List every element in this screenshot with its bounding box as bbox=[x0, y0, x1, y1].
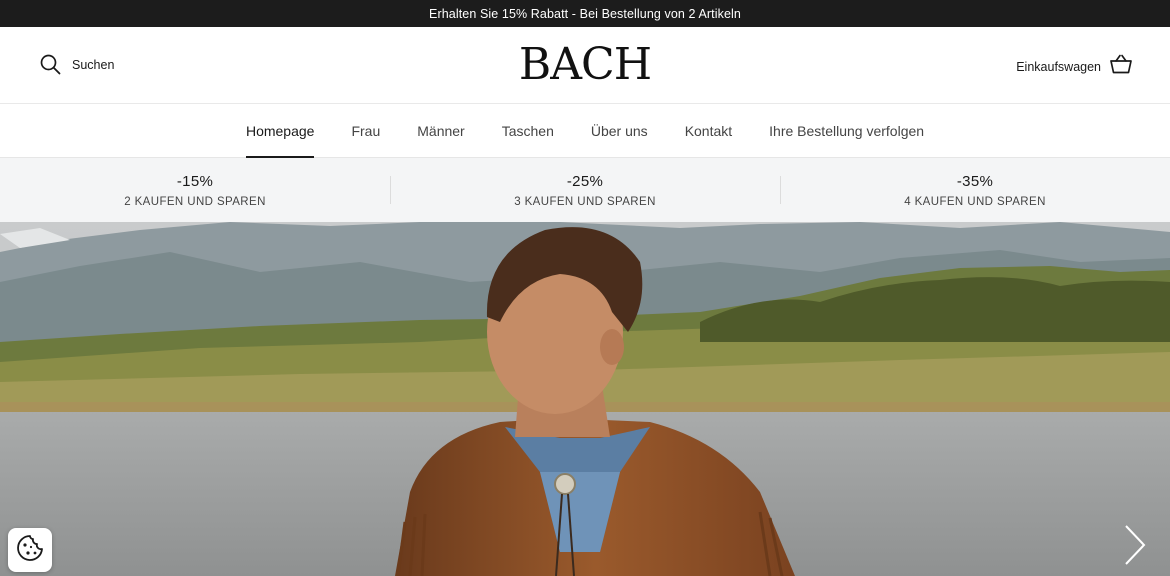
nav-item-bestellung-verfolgen[interactable]: Ihre Bestellung verfolgen bbox=[769, 104, 924, 157]
main-nav: Homepage Frau Männer Taschen Über uns Ko… bbox=[0, 104, 1170, 158]
cookie-settings-button[interactable] bbox=[8, 528, 52, 572]
nav-item-frau[interactable]: Frau bbox=[351, 104, 380, 157]
brand-logo[interactable]: BACH bbox=[0, 41, 1170, 89]
basket-icon bbox=[1110, 54, 1132, 79]
nav-item-taschen[interactable]: Taschen bbox=[502, 104, 554, 157]
cart-button[interactable]: Einkaufswagen bbox=[1016, 54, 1132, 79]
promo-text: 2 KAUFEN UND SPAREN bbox=[124, 195, 266, 208]
announcement-text: Erhalten Sie 15% Rabatt - Bei Bestellung… bbox=[429, 6, 741, 21]
cart-label: Einkaufswagen bbox=[1016, 59, 1101, 74]
promo-text: 3 KAUFEN UND SPAREN bbox=[514, 195, 656, 208]
hero-image bbox=[0, 222, 1170, 576]
promo-text: 4 KAUFEN UND SPAREN bbox=[904, 195, 1046, 208]
nav-item-homepage[interactable]: Homepage bbox=[245, 104, 314, 158]
promo-discount: -35% bbox=[956, 172, 994, 190]
announcement-bar: Erhalten Sie 15% Rabatt - Bei Bestellung… bbox=[0, 0, 1170, 27]
promo-item: -35% 4 KAUFEN UND SPAREN bbox=[780, 158, 1170, 222]
promo-strip: -15% 2 KAUFEN UND SPAREN -25% 3 KAUFEN U… bbox=[0, 158, 1170, 222]
chevron-right-icon[interactable] bbox=[1124, 524, 1146, 571]
hero-banner[interactable] bbox=[0, 222, 1170, 576]
site-header: Suchen BACH Einkaufswagen bbox=[0, 27, 1170, 104]
promo-discount: -15% bbox=[176, 172, 214, 190]
nav-item-maenner[interactable]: Männer bbox=[417, 104, 464, 157]
cookie-icon bbox=[16, 534, 44, 567]
nav-item-kontakt[interactable]: Kontakt bbox=[685, 104, 732, 157]
promo-discount: -25% bbox=[566, 172, 604, 190]
promo-item: -25% 3 KAUFEN UND SPAREN bbox=[390, 158, 780, 222]
promo-item: -15% 2 KAUFEN UND SPAREN bbox=[0, 158, 390, 222]
nav-item-ueber-uns[interactable]: Über uns bbox=[591, 104, 648, 157]
